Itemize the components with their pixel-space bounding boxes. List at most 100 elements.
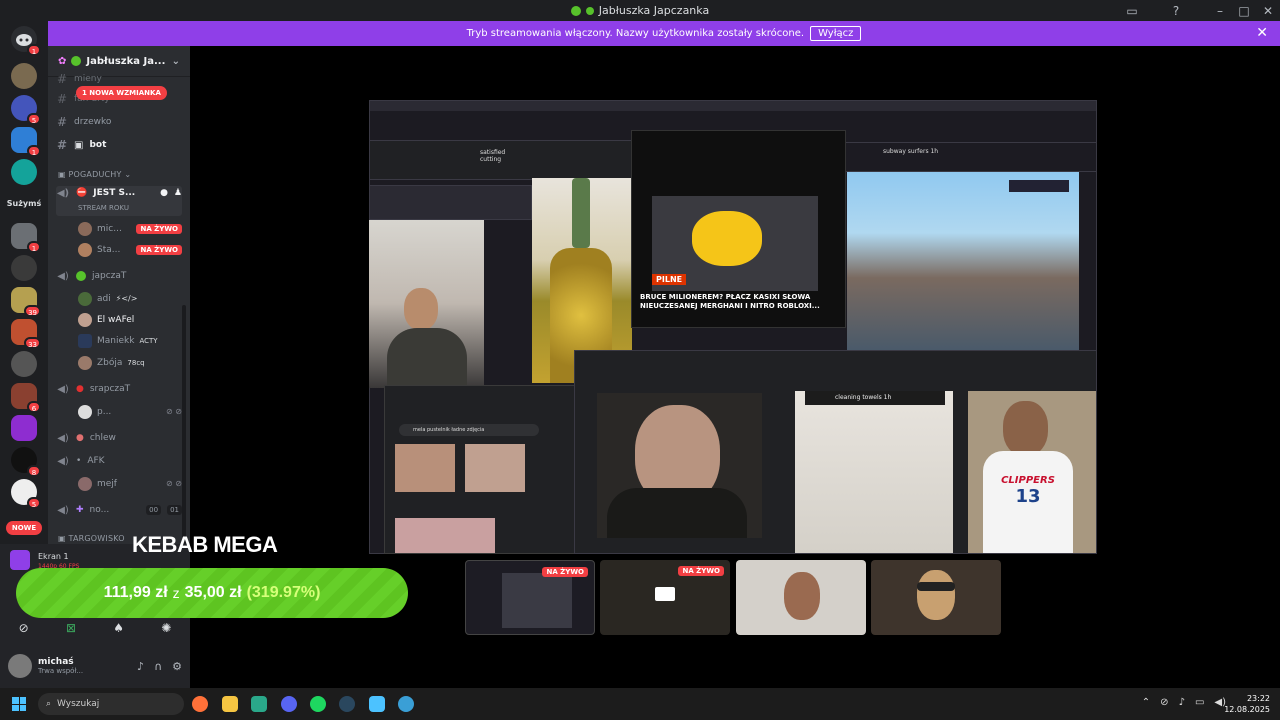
server-icon[interactable] bbox=[11, 351, 37, 377]
stream-video[interactable]: subway surfers 1h satisfied cutting PILN… bbox=[369, 100, 1097, 554]
discord-window: Jabłuszka Japczanka ▭ ? – □ ✕ 1 5 1 Suży… bbox=[0, 0, 1280, 688]
price-old: 35,00 zł bbox=[184, 584, 242, 601]
server-icon[interactable]: 5 bbox=[11, 95, 41, 125]
channel-item[interactable]: # drzewko bbox=[56, 113, 182, 131]
voice-user[interactable]: adi ⚡</> bbox=[78, 290, 182, 307]
inbox-icon[interactable]: ▭ bbox=[1120, 4, 1144, 18]
minimize-button[interactable]: – bbox=[1208, 4, 1232, 18]
muted-icon: ⊘ ⊘ bbox=[166, 479, 182, 488]
server-icon[interactable] bbox=[11, 159, 37, 185]
category-targowisko[interactable]: ▣ TARGOWISKO bbox=[58, 534, 125, 543]
avatar[interactable] bbox=[8, 654, 32, 678]
category-pogaduchy[interactable]: ▣ POGADUCHY ⌄ bbox=[58, 170, 131, 179]
spotify-icon[interactable] bbox=[310, 696, 326, 712]
screen-name: Ekran 1 bbox=[38, 552, 69, 561]
sidebar-scrollbar[interactable] bbox=[182, 305, 186, 545]
voice-user[interactable]: p... ⊘ ⊘ bbox=[78, 403, 182, 420]
server-icon[interactable]: 6 bbox=[11, 383, 41, 413]
steam-icon[interactable] bbox=[339, 696, 355, 712]
tab-bar bbox=[370, 101, 1096, 111]
server-label[interactable]: Sużymś bbox=[4, 199, 44, 208]
google-search-window: mela pustelnik ładne zdjęcia bbox=[384, 385, 579, 554]
discord-icon[interactable] bbox=[281, 696, 297, 712]
stream-tile[interactable]: NA ŻYWO bbox=[465, 560, 595, 635]
notepad-icon[interactable] bbox=[369, 696, 385, 712]
server-icon[interactable]: 33 bbox=[11, 319, 41, 349]
clock[interactable]: 23:22 12.08.2025 bbox=[1224, 693, 1270, 715]
camera-off-icon[interactable]: ⊘ bbox=[19, 621, 29, 635]
screen-share-thumb[interactable] bbox=[10, 550, 30, 570]
microphone-icon[interactable]: ♪ bbox=[137, 660, 144, 673]
server-icon[interactable]: 5 bbox=[11, 479, 41, 509]
voice-channel[interactable]: ◀) ● srapczaT bbox=[56, 380, 182, 398]
activity-icon[interactable]: ♠ bbox=[113, 621, 124, 635]
server-icon[interactable]: 1 bbox=[11, 223, 41, 253]
voice-channel-name: no... bbox=[89, 505, 110, 515]
stream-tile[interactable]: NA ŻYWO bbox=[600, 560, 730, 635]
user-status: Trwa współ... bbox=[38, 667, 84, 675]
taskbar-search[interactable]: ⌕ Wyszukaj bbox=[38, 693, 184, 715]
server-icon[interactable] bbox=[11, 63, 37, 89]
windows-start-icon[interactable] bbox=[12, 697, 26, 711]
soundboard-icon[interactable]: ✺ bbox=[161, 621, 171, 635]
close-button[interactable]: ✕ bbox=[1256, 4, 1280, 18]
voice-user[interactable]: Zbója 78cq bbox=[78, 354, 182, 371]
shirt bbox=[387, 328, 467, 388]
firefox-icon[interactable] bbox=[192, 696, 208, 712]
add-user-icon[interactable]: ♟ bbox=[174, 188, 182, 198]
face bbox=[917, 570, 955, 620]
taskbar: ⌕ Wyszukaj ⌃ ⊘ ♪ ▭ ◀) 23:22 12.08.2025 bbox=[0, 688, 1280, 720]
server-badge: 5 bbox=[27, 497, 41, 509]
new-servers-pill[interactable]: NOWE bbox=[6, 521, 42, 535]
chat-icon[interactable]: ● bbox=[160, 188, 168, 198]
browser-icon[interactable] bbox=[398, 696, 414, 712]
headphones-icon[interactable]: ∩ bbox=[154, 660, 162, 673]
display-icon[interactable]: ▭ bbox=[1195, 697, 1204, 708]
voice-user[interactable]: mic... NA ŻYWO bbox=[78, 220, 182, 237]
speaker-icon: ◀) bbox=[57, 455, 69, 467]
share-screen-icon[interactable]: ⊠ bbox=[66, 621, 76, 635]
voice-user[interactable]: Sta... NA ŻYWO bbox=[78, 241, 182, 258]
search-query: satisfied cutting bbox=[480, 149, 506, 163]
microphone-icon[interactable]: ♪ bbox=[1179, 697, 1185, 708]
voice-user[interactable]: Maniekk ACTY bbox=[78, 332, 182, 349]
new-mention-pill[interactable]: 1 NOWA WZMIANKA bbox=[76, 86, 167, 100]
channel-item[interactable]: # ▣ bot bbox=[56, 136, 182, 154]
voice-user[interactable]: El wAFel bbox=[78, 311, 182, 328]
game-video bbox=[847, 170, 1079, 350]
video-frame bbox=[597, 393, 762, 538]
voice-channel[interactable]: ◀) ✚ no... 00 01 bbox=[56, 501, 182, 519]
app-icon[interactable] bbox=[251, 696, 267, 712]
server-icon[interactable] bbox=[11, 415, 37, 441]
server-icon[interactable] bbox=[11, 255, 37, 281]
help-icon[interactable]: ? bbox=[1164, 4, 1188, 18]
disable-streamer-mode-button[interactable]: Wyłącz bbox=[810, 26, 862, 41]
home-badge: 1 bbox=[27, 44, 41, 56]
voice-channel[interactable]: ◀) ● chlew bbox=[56, 429, 182, 447]
user-name: adi bbox=[97, 293, 111, 304]
maximize-button[interactable]: □ bbox=[1232, 4, 1256, 18]
server-icon[interactable]: 8 bbox=[11, 447, 41, 477]
stream-preview bbox=[502, 573, 572, 628]
chevron-up-icon[interactable]: ⌃ bbox=[1142, 697, 1150, 708]
channel-name: mieny bbox=[74, 74, 102, 84]
voice-channel[interactable]: ◀) japczaT bbox=[56, 267, 182, 285]
server-icon[interactable]: 39 bbox=[11, 287, 41, 317]
gear-icon[interactable]: ⚙ bbox=[172, 660, 182, 673]
discord-home-icon[interactable]: 1 bbox=[11, 26, 41, 56]
video-caption: BRUCE MILIONEREM? PŁACZ KASIXI SŁOWA NIE… bbox=[640, 293, 820, 310]
voice-channel[interactable]: ◀) • AFK bbox=[56, 452, 182, 470]
file-explorer-icon[interactable] bbox=[222, 696, 238, 712]
camera-tile[interactable] bbox=[871, 560, 1001, 635]
chevron-down-icon: ⌄ bbox=[171, 55, 180, 67]
server-name: Jabłuszka Ja... bbox=[86, 55, 166, 67]
server-icon[interactable]: 1 bbox=[11, 127, 41, 157]
duck-icon bbox=[692, 211, 762, 266]
voice-user[interactable]: mejf ⊘ ⊘ bbox=[78, 475, 182, 492]
camera-tile[interactable] bbox=[736, 560, 866, 635]
user-name: Zbója bbox=[97, 357, 123, 368]
network-icon[interactable]: ⊘ bbox=[1160, 697, 1168, 708]
close-icon[interactable]: ✕ bbox=[1256, 25, 1268, 41]
user-info[interactable]: michaś Trwa współ... bbox=[38, 657, 83, 675]
server-badge: 1 bbox=[27, 145, 41, 157]
